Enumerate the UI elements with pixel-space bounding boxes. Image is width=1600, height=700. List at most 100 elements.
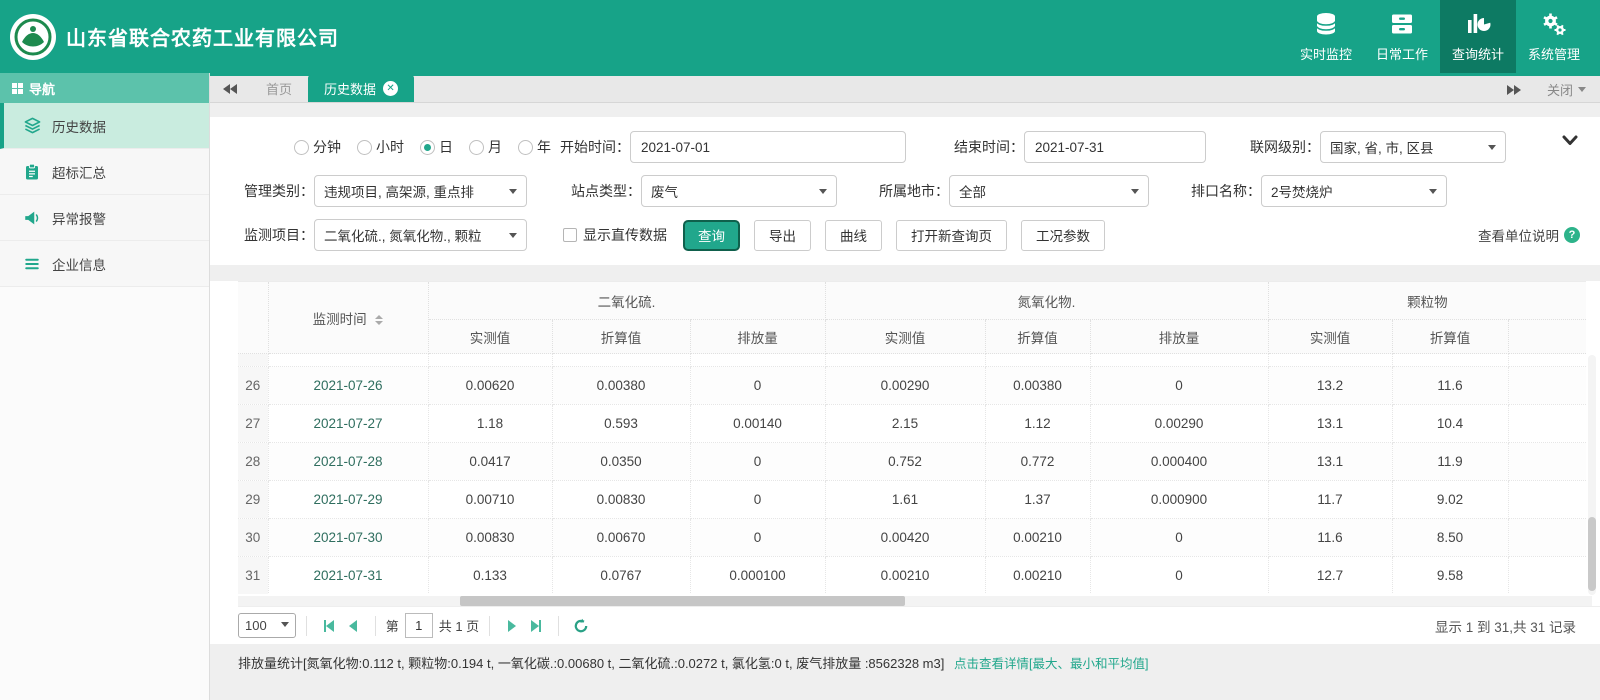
date-link[interactable]: 2021-07-25 [268,354,429,367]
prev-page-icon[interactable] [341,615,365,637]
table-row: 27 2021-07-27 1.18 0.593 0.00140 2.15 1.12 0.00… [238,404,1586,443]
date-link[interactable]: 2021-07-28 [268,442,429,481]
value-cell: 1.37 [985,480,1091,519]
monitor-items-select[interactable]: 二氧化硫., 氮氧化物., 颗粒 [314,219,527,251]
direct-data-checkbox[interactable]: 显示直传数据 [563,225,667,245]
col-header: 实测值 [428,319,553,354]
close-tabs-menu[interactable]: 关闭 [1547,80,1586,99]
view-details-link[interactable]: 点击查看详情[最大、最小和平均值] [954,657,1148,671]
value-cell: 0 [690,480,826,519]
date-link[interactable]: 2021-07-31 [268,556,429,594]
sidebar-item-exceed-summary[interactable]: 超标汇总 [0,149,209,195]
value-cell: 0.000100 [690,556,826,594]
col-header: 折算值 [552,319,691,354]
row-number-cell: 26 [238,366,269,405]
nav-system-management[interactable]: 系统管理 [1516,0,1592,73]
scroll-tabs-right-icon[interactable] [1506,84,1521,95]
vertical-scrollbar[interactable] [1588,355,1596,595]
page-size-select[interactable]: 100 [238,613,296,638]
table-body-viewport[interactable]: 252021-07-250.2610.2030.0001000.0008000.… [238,354,1600,594]
collapse-filter-icon[interactable] [1562,133,1578,149]
nav-realtime-monitor[interactable]: 实时监控 [1288,0,1364,73]
unit-help-link[interactable]: 查看单位说明 [1478,225,1580,245]
value-cell: 13.1 [1268,442,1393,481]
table-row: 26 2021-07-26 0.00620 0.00380 0 0.00290 0.0038… [238,366,1586,405]
value-cell: 9.02 [1392,480,1509,519]
last-page-icon[interactable] [524,615,548,637]
radio-day[interactable]: 日 [420,137,453,157]
gears-icon [1541,11,1567,40]
nav-query-statistics[interactable]: 查询统计 [1440,0,1516,73]
station-type-label: 站点类型： [571,183,641,199]
city-select[interactable]: 全部 [949,175,1149,207]
row-number-cell: 25 [238,354,269,367]
date-link[interactable]: 2021-07-29 [268,480,429,519]
value-cell: 0.00670 [552,518,691,557]
date-link[interactable]: 2021-07-26 [268,366,429,405]
radio-minute[interactable]: 分钟 [294,137,341,157]
close-tab-icon[interactable] [383,81,399,96]
curve-button[interactable]: 曲线 [825,219,882,251]
scroll-tabs-left-icon[interactable] [210,75,250,102]
value-cell: 1.12 [985,404,1091,443]
sidebar-item-label: 超标汇总 [52,165,106,181]
table-body: 252021-07-250.2610.2030.0001000.0008000.… [238,354,1586,594]
sidebar-item-history-data[interactable]: 历史数据 [0,103,209,149]
page-number-input[interactable] [404,613,433,638]
condition-params-button[interactable]: 工况参数 [1021,219,1105,251]
value-cell: 12.7 [1268,556,1393,594]
sort-icon[interactable] [375,314,384,325]
value-cell: 13.2 [1268,366,1393,405]
mgmt-category-select[interactable]: 违规项目, 高架源, 重点排 [314,175,527,207]
export-button[interactable]: 导出 [754,219,811,251]
value-cell: 0.000800 [825,354,986,367]
end-time-input[interactable] [1024,131,1206,163]
date-link[interactable]: 2021-07-30 [268,518,429,557]
drawers-icon [1389,11,1415,40]
open-new-query-button[interactable]: 打开新查询页 [896,219,1007,251]
value-cell: 0.000900 [1090,480,1269,519]
value-cell: 0 [690,366,826,405]
nav-daily-work[interactable]: 日常工作 [1364,0,1440,73]
city-label: 所属地市： [879,183,949,199]
value-cell: 0.00210 [825,556,986,594]
query-button[interactable]: 查询 [683,219,740,251]
vertical-scrollbar-thumb[interactable] [1588,517,1596,591]
horizontal-scrollbar-thumb[interactable] [460,596,905,606]
sidebar-item-label: 历史数据 [52,119,106,135]
row-number-header [238,281,269,354]
value-cell: 11.6 [1268,518,1393,557]
horizontal-scrollbar[interactable] [238,596,1592,606]
radio-hour[interactable]: 小时 [357,137,404,157]
next-page-icon[interactable] [500,615,524,637]
start-time-input[interactable] [630,131,906,163]
chevron-down-icon [1131,188,1139,198]
value-cell: 0.772 [985,442,1091,481]
outlet-name-select[interactable]: 2号焚烧炉 [1261,175,1447,207]
tab-history-data[interactable]: 历史数据 [308,75,415,102]
date-link[interactable]: 2021-07-27 [268,404,429,443]
monitor-items-label: 监测项目： [244,227,314,243]
filler-cell [1508,354,1586,367]
refresh-icon[interactable] [569,615,593,637]
list-icon [22,254,42,274]
chevron-down-icon [819,188,827,198]
sidebar-item-label: 异常报警 [52,211,106,227]
database-icon [1313,11,1339,40]
radio-month[interactable]: 月 [469,137,502,157]
network-level-select[interactable]: 国家, 省, 市, 区县 [1320,131,1506,163]
bar-chart-pie-icon [1465,11,1491,40]
tab-home[interactable]: 首页 [250,75,308,102]
group-header-nox: 氮氧化物. [825,281,1269,320]
filler-cell [1508,442,1586,481]
monitor-time-header[interactable]: 监测时间 [268,281,429,354]
col-header: 折算值 [985,319,1091,354]
row-number-cell: 27 [238,404,269,443]
period-radio-group: 分钟 小时 日 月 年 [294,137,551,157]
sidebar-item-abnormal-alarm[interactable]: 异常报警 [0,195,209,241]
first-page-icon[interactable] [317,615,341,637]
station-type-select[interactable]: 废气 [641,175,837,207]
sidebar-item-company-info[interactable]: 企业信息 [0,241,209,287]
value-cell: 0.00210 [985,518,1091,557]
value-cell: 1.18 [428,404,553,443]
